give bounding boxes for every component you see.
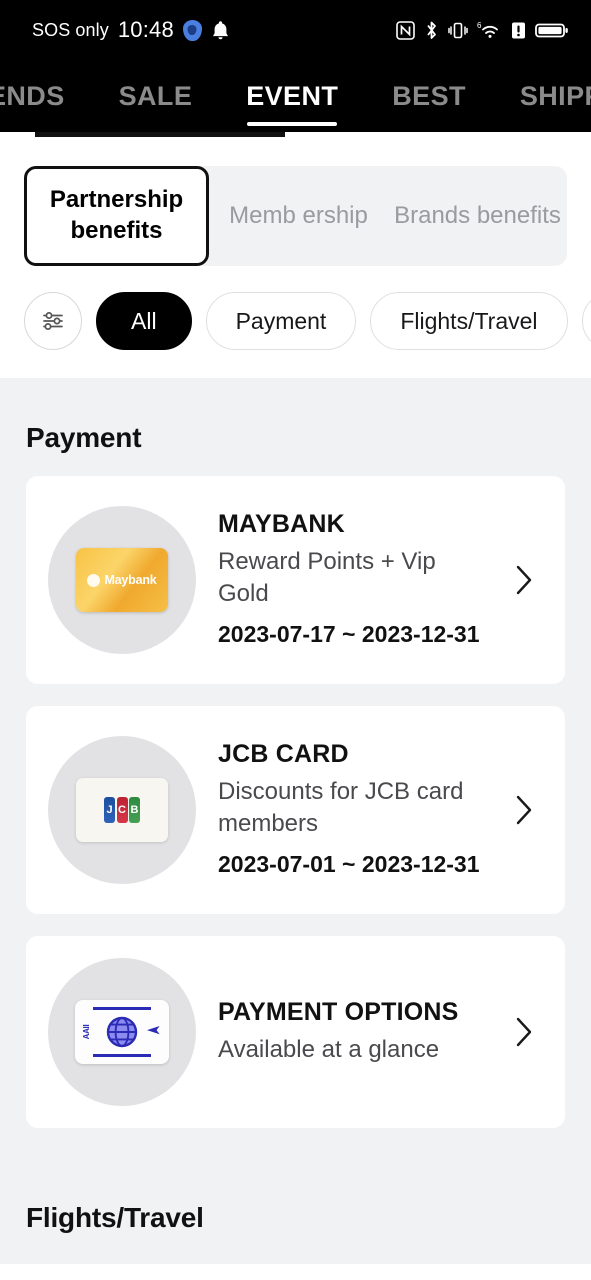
segment-membership[interactable]: Memb ership — [209, 166, 388, 266]
shield-icon — [182, 19, 202, 41]
page-scroll-indicator[interactable] — [0, 132, 591, 138]
globe-icon — [106, 1016, 138, 1048]
segment-brands-benefits[interactable]: Brands benefits — [388, 166, 567, 266]
benefit-card-payment-options[interactable]: AAII PAYMENT OPTIONS Available at a glan… — [26, 936, 565, 1128]
filter-chip-row[interactable]: All Payment Flights/Travel — [0, 266, 591, 378]
chip-payment[interactable]: Payment — [205, 292, 357, 350]
segmented-control-wrapper: Partnership benefits Memb ership Brands … — [0, 138, 591, 266]
benefit-card-jcb[interactable]: J C B JCB CARD Discounts for JCB card me… — [26, 706, 565, 914]
payment-options-card-icon: AAII — [48, 958, 196, 1106]
top-nav-tabs[interactable]: ENDS SALE EVENT BEST SHIPP — [0, 60, 591, 132]
payment-options-mini-card: AAII — [75, 1000, 169, 1064]
tab-shipping[interactable]: SHIPP — [493, 60, 591, 132]
section-title-payment: Payment — [26, 422, 142, 453]
benefit-card-maybank[interactable]: Maybank MAYBANK Reward Points + Vip Gold… — [26, 476, 565, 684]
chip-next-partial[interactable] — [581, 292, 591, 350]
jcb-mini-card: J C B — [76, 778, 168, 842]
battery-icon — [535, 21, 569, 40]
tab-best[interactable]: BEST — [365, 60, 493, 132]
status-bar-left: SOS only 10:48 — [32, 17, 230, 43]
vibrate-icon — [448, 21, 468, 40]
signal-alert-icon — [511, 21, 526, 40]
maybank-mini-card: Maybank — [76, 548, 168, 612]
card-title: MAYBANK — [218, 510, 345, 539]
payment-options-logo-text: AAII — [82, 1024, 91, 1040]
tab-sale[interactable]: SALE — [92, 60, 220, 132]
top-nav-track: ENDS SALE EVENT BEST SHIPP — [0, 60, 591, 132]
card-description: Reward Points + Vip Gold — [218, 548, 436, 608]
card-description: Discounts for JCB card members — [218, 778, 464, 838]
tab-event[interactable]: EVENT — [219, 60, 365, 132]
jcb-letter-c: C — [116, 797, 128, 823]
tab-ends[interactable]: ENDS — [0, 60, 92, 132]
chip-flights-travel[interactable]: Flights/Travel — [370, 292, 568, 350]
scroll-thumb[interactable] — [35, 132, 285, 137]
sliders-filter-icon[interactable] — [24, 292, 82, 350]
maybank-emblem-icon — [87, 573, 101, 587]
card-body: MAYBANK Reward Points + Vip Gold 2023-07… — [218, 510, 501, 650]
content-area: Payment Maybank MAYBANK Reward Points + … — [0, 378, 591, 1264]
jcb-letter-b: B — [129, 797, 140, 823]
bluetooth-icon — [424, 20, 439, 41]
wifi6-icon: 6 — [477, 20, 502, 41]
maybank-card-icon: Maybank — [48, 506, 196, 654]
maybank-logo-text: Maybank — [104, 573, 157, 587]
status-bar: SOS only 10:48 6 — [0, 0, 591, 60]
carrier-label: SOS only — [32, 19, 109, 40]
nfc-icon — [396, 20, 415, 40]
bell-icon — [211, 20, 230, 41]
clock-label: 10:48 — [117, 17, 174, 42]
card-body: PAYMENT OPTIONS Available at a glance — [218, 998, 501, 1066]
card-description: Available at a glance — [218, 1036, 440, 1064]
card-title: JCB CARD — [218, 740, 349, 769]
svg-text:6: 6 — [477, 21, 482, 30]
card-body: JCB CARD Discounts for JCB card members … — [218, 740, 501, 880]
chevron-right-icon[interactable] — [501, 792, 547, 828]
chevron-right-icon[interactable] — [501, 1014, 547, 1050]
status-bar-right: 6 — [396, 20, 569, 41]
airplane-icon — [146, 1023, 161, 1042]
section-title-flights-travel: Flights/Travel — [26, 1202, 204, 1233]
card-date-range: 2023-07-01 ~ 2023-12-31 — [218, 851, 480, 877]
card-date-range: 2023-07-17 ~ 2023-12-31 — [218, 621, 480, 647]
jcb-letter-j: J — [104, 797, 115, 823]
segmented-control[interactable]: Partnership benefits Memb ership Brands … — [24, 166, 567, 266]
card-title: PAYMENT OPTIONS — [218, 998, 459, 1027]
jcb-card-icon: J C B — [48, 736, 196, 884]
segment-partnership-benefits[interactable]: Partnership benefits — [24, 166, 209, 266]
chip-all[interactable]: All — [96, 292, 192, 350]
bottom-spacer — [0, 1234, 591, 1264]
chevron-right-icon[interactable] — [501, 562, 547, 598]
